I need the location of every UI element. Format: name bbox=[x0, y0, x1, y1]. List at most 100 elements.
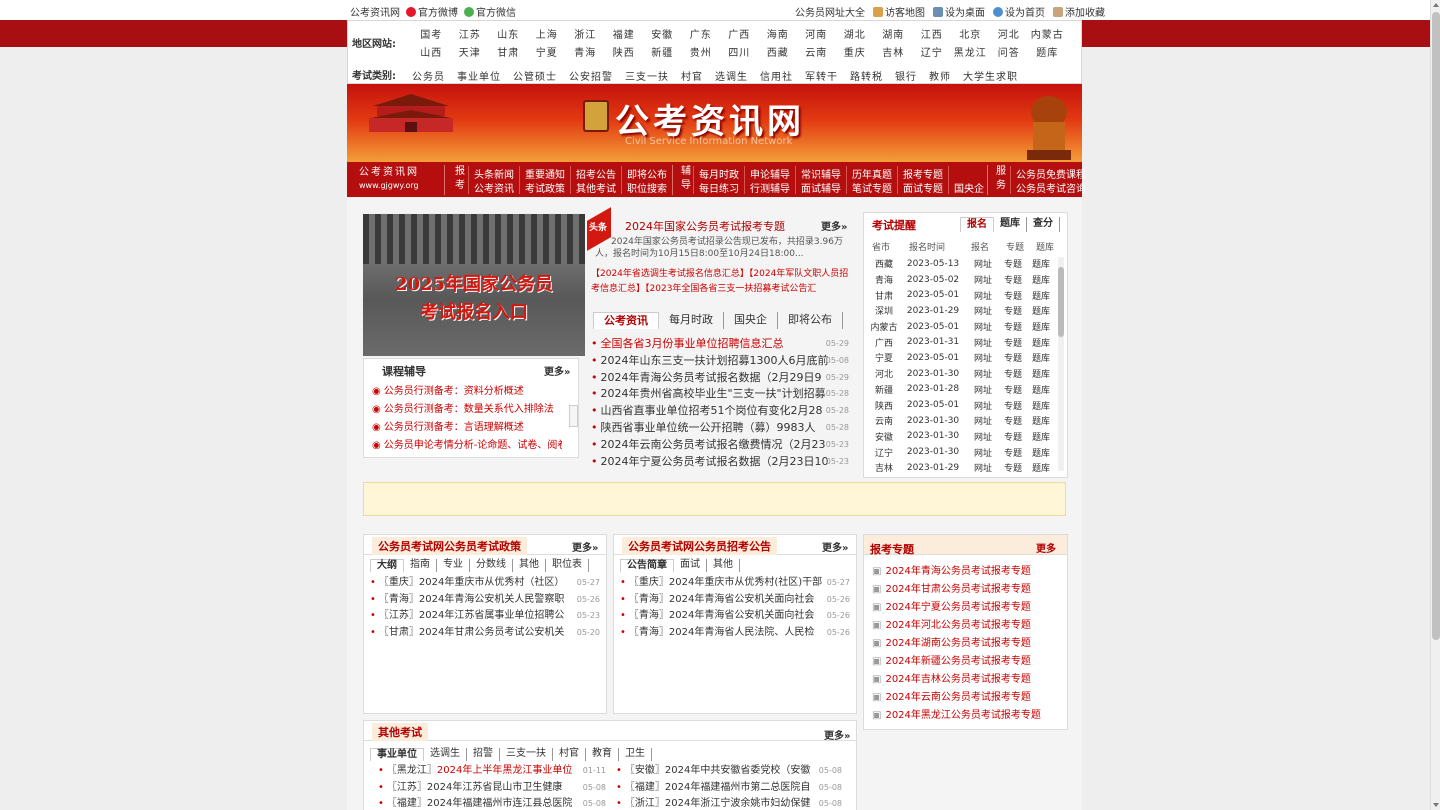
headline-more-link[interactable]: 更多» bbox=[821, 218, 847, 233]
region-link[interactable]: 北京 bbox=[951, 26, 990, 41]
tab[interactable]: 专业 bbox=[437, 559, 470, 572]
tab[interactable]: 村官 bbox=[553, 748, 586, 761]
menu-link[interactable]: 招考公告 bbox=[570, 166, 621, 181]
news-item[interactable]: • 2024年宁夏公务员考试报名数据（2月23日10 05-23 bbox=[591, 454, 849, 471]
region-link[interactable]: 浙江 bbox=[566, 26, 605, 41]
region-link[interactable]: 陕西 bbox=[605, 44, 644, 59]
other-title[interactable]: 2024年福建福州市第二总医院自 bbox=[665, 782, 810, 793]
menu-link[interactable]: 报考专题 bbox=[897, 166, 948, 181]
notice-title[interactable]: 〖青海〗2024年青海省人民法院、人民检 bbox=[629, 627, 814, 638]
exam-table-scrollbar[interactable] bbox=[1058, 257, 1064, 471]
url-directory-link[interactable]: 公务员网址大全 bbox=[795, 4, 865, 19]
exam-topic-link[interactable]: 专题 bbox=[998, 446, 1028, 459]
news-title[interactable]: 山西省直事业单位招考51个岗位有变化2月28 bbox=[601, 404, 823, 417]
region-link[interactable]: 辽宁 bbox=[913, 44, 952, 59]
region-link[interactable]: 福建 bbox=[605, 26, 644, 41]
exam-topic-link[interactable]: 专题 bbox=[998, 461, 1028, 472]
menu-link[interactable]: 历年真题 bbox=[846, 166, 897, 181]
category-link[interactable]: 路转税 bbox=[850, 68, 883, 83]
weibo-link[interactable]: 官方微博 bbox=[406, 4, 458, 19]
other-item[interactable]: • 〖浙江〗2024年浙江宁波余姚市妇幼保健 05-08 bbox=[616, 796, 842, 810]
other-title[interactable]: 2024年浙江宁波余姚市妇幼保健 bbox=[665, 798, 810, 809]
tab[interactable]: 每月时政 bbox=[659, 312, 724, 329]
tab[interactable]: 教育 bbox=[586, 748, 619, 761]
exam-topic-link[interactable]: 专题 bbox=[998, 399, 1028, 412]
topic-item[interactable]: ▣ 2024年吉林公务员考试报考专题 bbox=[872, 671, 1062, 689]
policy-more-link[interactable]: 更多» bbox=[572, 539, 598, 554]
region-link[interactable]: 四川 bbox=[720, 44, 759, 59]
news-item[interactable]: • 全国各省3月份事业单位招聘信息汇总 05-29 bbox=[591, 336, 849, 353]
tab[interactable]: 其他 bbox=[513, 559, 546, 572]
topic-title[interactable]: 2024年新疆公务员考试报考专题 bbox=[885, 656, 1030, 667]
course-item[interactable]: ◉ 公务员行测备考：言语理解概述 bbox=[372, 419, 562, 437]
notice-item[interactable]: • 〖青海〗2024年青海省公安机关面向社会 05-26 bbox=[620, 608, 850, 625]
exam-topic-link[interactable]: 专题 bbox=[998, 304, 1028, 317]
page-scrollbar[interactable] bbox=[1430, 0, 1440, 810]
topic-title[interactable]: 2024年河北公务员考试报考专题 bbox=[885, 620, 1030, 631]
course-item-title[interactable]: 公务员行测备考：资料分析概述 bbox=[384, 386, 524, 397]
exam-topic-link[interactable]: 专题 bbox=[998, 320, 1028, 333]
headline-link-3[interactable]: 【2023年全国各省三支一扶招募考试公告汇 bbox=[645, 284, 816, 294]
exam-topic-link[interactable]: 专题 bbox=[998, 414, 1028, 427]
topic-item[interactable]: ▣ 2024年宁夏公务员考试报考专题 bbox=[872, 599, 1062, 617]
headline-title[interactable]: 2024年国家公务员考试报考专题 bbox=[625, 218, 785, 234]
exam-bank-link[interactable]: 题库 bbox=[1028, 351, 1054, 364]
tab[interactable]: 国央企 bbox=[724, 312, 778, 329]
region-link[interactable]: 重庆 bbox=[836, 44, 875, 59]
menu-link[interactable] bbox=[948, 166, 989, 180]
exam-url-link[interactable]: 网址 bbox=[968, 320, 998, 333]
tab[interactable]: 大纲 bbox=[370, 559, 404, 572]
tab[interactable]: 其他 bbox=[707, 559, 740, 572]
policy-item[interactable]: • 〖江苏〗2024年江苏省属事业单位招聘公 05-23 bbox=[370, 608, 600, 625]
topic-title[interactable]: 2024年甘肃公务员考试报考专题 bbox=[885, 584, 1030, 595]
tab[interactable]: 招警 bbox=[467, 748, 500, 761]
headline-link-1[interactable]: 【2024年省选调生考试报名信息汇总】 bbox=[591, 269, 749, 279]
exam-bank-link[interactable]: 题库 bbox=[1028, 367, 1054, 380]
topic-title[interactable]: 2024年黑龙江公务员考试报考专题 bbox=[885, 710, 1040, 721]
menu-link[interactable]: 笔试专题 bbox=[846, 180, 897, 195]
exam-bank-link[interactable]: 题库 bbox=[1028, 289, 1054, 302]
region-link[interactable]: 山东 bbox=[489, 26, 528, 41]
menu-link[interactable]: 公考资讯 bbox=[468, 180, 519, 195]
tab[interactable]: 指南 bbox=[404, 559, 437, 572]
tab[interactable]: 报名 bbox=[960, 217, 994, 232]
menu-link[interactable]: 面试辅导 bbox=[795, 180, 846, 195]
topic-title[interactable]: 2024年青海公务员考试报考专题 bbox=[885, 566, 1030, 577]
policy-title[interactable]: 〖重庆〗2024年重庆市从优秀村（社区） bbox=[379, 577, 564, 588]
category-link[interactable]: 大学生求职 bbox=[963, 68, 1018, 83]
policy-item[interactable]: • 〖甘肃〗2024年甘肃公务员考试公安机关 05-20 bbox=[370, 625, 600, 642]
exam-url-link[interactable]: 网址 bbox=[968, 289, 998, 302]
other-title[interactable]: 2024年江苏省昆山市卫生健康 bbox=[427, 782, 562, 793]
exam-topic-link[interactable]: 专题 bbox=[998, 351, 1028, 364]
exam-topic-link[interactable]: 专题 bbox=[998, 289, 1028, 302]
region-link[interactable]: 天津 bbox=[451, 44, 490, 59]
tab[interactable]: 职位表 bbox=[546, 559, 589, 572]
region-link[interactable]: 广西 bbox=[720, 26, 759, 41]
menu-link[interactable]: 考试政策 bbox=[519, 180, 570, 195]
news-item[interactable]: • 山西省直事业单位招考51个岗位有变化2月28 05-28 bbox=[591, 403, 849, 420]
category-link[interactable]: 银行 bbox=[895, 68, 917, 83]
region-link[interactable]: 问答 bbox=[990, 44, 1029, 59]
exam-url-link[interactable]: 网址 bbox=[968, 383, 998, 396]
category-link[interactable]: 选调生 bbox=[715, 68, 748, 83]
region-link[interactable]: 河南 bbox=[797, 26, 836, 41]
news-title[interactable]: 全国各省3月份事业单位招聘信息汇总 bbox=[601, 337, 784, 350]
exam-bank-link[interactable]: 题库 bbox=[1028, 461, 1054, 472]
other-title[interactable]: 2024年中共安徽省委党校（安徽 bbox=[665, 765, 810, 776]
tab[interactable]: 事业单位 bbox=[370, 748, 424, 761]
course-more-link[interactable]: 更多» bbox=[544, 363, 570, 378]
set-homepage-link[interactable]: 设为首页 bbox=[993, 4, 1045, 19]
menu-link[interactable]: 国央企 bbox=[948, 180, 989, 195]
topic-item[interactable]: ▣ 2024年新疆公务员考试报考专题 bbox=[872, 653, 1062, 671]
menu-link[interactable]: 行测辅导 bbox=[744, 180, 795, 195]
course-item[interactable]: ◉ 公务员行测备考：数量关系代入排除法 bbox=[372, 401, 562, 419]
tab[interactable]: 即将公布 bbox=[778, 312, 843, 329]
other-item[interactable]: • 〖安徽〗2024年中共安徽省委党校（安徽 05-08 bbox=[616, 763, 842, 780]
region-link[interactable]: 海南 bbox=[759, 26, 798, 41]
menu-link[interactable]: 每月时政 bbox=[693, 166, 744, 181]
notice-title[interactable]: 〖青海〗2024年青海省公安机关面向社会 bbox=[629, 610, 814, 621]
policy-title[interactable]: 〖青海〗2024年青海公安机关人民警察职 bbox=[379, 594, 564, 605]
category-link[interactable]: 信用社 bbox=[760, 68, 793, 83]
other-item[interactable]: • 〖黑龙江〗2024年上半年黑龙江事业单位 01-11 bbox=[378, 763, 606, 780]
set-desktop-link[interactable]: 设为桌面 bbox=[933, 4, 985, 19]
